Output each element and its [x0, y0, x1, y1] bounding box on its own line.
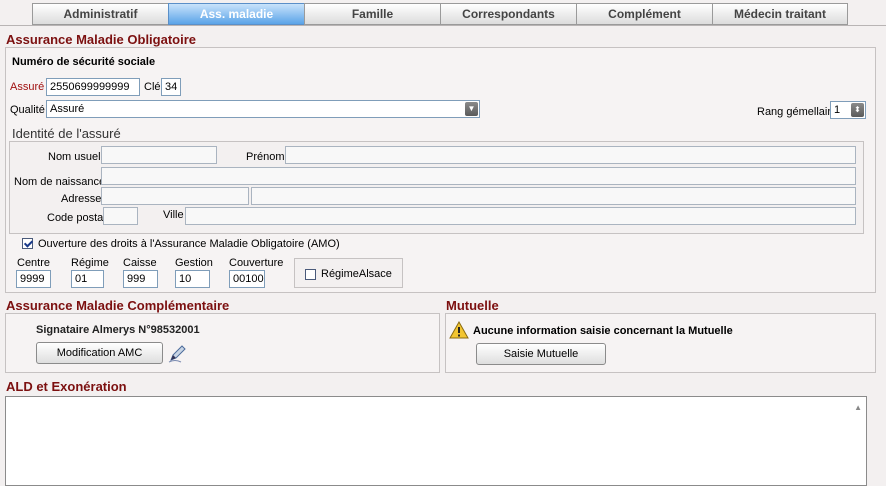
centre-label: Centre [17, 257, 51, 269]
code-postal-input[interactable] [103, 207, 138, 225]
amo-title: Assurance Maladie Obligatoire [6, 32, 197, 47]
saisie-mutuelle-button[interactable]: Saisie Mutuelle [476, 343, 606, 365]
spinner-arrows-icon: ⬍ [851, 103, 864, 117]
regime-alsace-checkbox[interactable] [305, 269, 316, 280]
prenom-input[interactable] [285, 146, 856, 164]
scroll-up-icon[interactable]: ▲ [854, 403, 862, 412]
tab-divider [0, 25, 886, 26]
assure-label: Assuré [10, 81, 45, 93]
caisse-label: Caisse [123, 257, 157, 269]
tab-ass-maladie[interactable]: Ass. maladie [168, 3, 304, 25]
ouverture-droits-label: Ouverture des droits à l'Assurance Malad… [38, 238, 340, 250]
regime-input[interactable]: 01 [71, 270, 104, 288]
warning-icon [449, 321, 469, 339]
nom-naissance-label: Nom de naissance [14, 176, 106, 188]
caisse-input[interactable]: 999 [123, 270, 158, 288]
regime-alsace-label: RégimeAlsace [321, 268, 392, 280]
tab-administratif[interactable]: Administratif [32, 3, 168, 25]
assure-input[interactable]: 2550699999999 [46, 78, 140, 96]
modification-amc-button[interactable]: Modification AMC [36, 342, 163, 364]
ville-label: Ville [163, 209, 184, 221]
qualite-label: Qualité [10, 104, 45, 116]
ouverture-droits-checkbox[interactable] [22, 238, 33, 249]
adresse-input-1[interactable] [101, 187, 249, 205]
tab-complement[interactable]: Complément [576, 3, 712, 25]
code-postal-label: Code postal [47, 212, 106, 224]
nss-label: Numéro de sécurité sociale [12, 56, 156, 68]
chevron-down-icon: ▼ [465, 102, 478, 116]
gestion-label: Gestion [175, 257, 213, 269]
pen-icon[interactable] [167, 342, 189, 364]
adresse-input-2[interactable] [251, 187, 856, 205]
rang-value: 1 [834, 104, 841, 116]
adresse-label: Adresse [61, 193, 102, 205]
cle-input[interactable]: 34 [161, 78, 181, 96]
tab-correspondants[interactable]: Correspondants [440, 3, 576, 25]
amc-title: Assurance Maladie Complémentaire [6, 298, 230, 313]
cle-label: Clé [144, 81, 161, 93]
identity-title: Identité de l'assuré [12, 126, 121, 141]
couverture-input[interactable]: 00100 [229, 270, 265, 288]
tab-medecin-traitant[interactable]: Médecin traitant [712, 3, 848, 25]
tab-famille[interactable]: Famille [304, 3, 440, 25]
regime-label: Régime [71, 257, 109, 269]
ald-title: ALD et Exonération [6, 379, 127, 394]
rang-spinner[interactable]: 1 ⬍ [830, 101, 866, 119]
nom-naissance-input[interactable] [101, 167, 856, 185]
ald-textarea[interactable]: ▲ [5, 396, 867, 486]
mutuelle-title: Mutuelle [446, 298, 499, 313]
nom-usuel-input[interactable] [101, 146, 217, 164]
ville-input[interactable] [185, 207, 856, 225]
gestion-input[interactable]: 10 [175, 270, 210, 288]
mutuelle-warning: Aucune information saisie concernant la … [473, 325, 733, 337]
qualite-value: Assuré [50, 103, 85, 115]
rang-label: Rang gémellaire [757, 106, 838, 118]
amc-signataire: Signataire Almerys N°98532001 [36, 324, 200, 336]
centre-input[interactable]: 9999 [16, 270, 51, 288]
couverture-label: Couverture [229, 257, 284, 269]
prenom-label: Prénom [246, 151, 285, 163]
qualite-select[interactable]: Assuré ▼ [46, 100, 480, 118]
tab-bar: Administratif Ass. maladie Famille Corre… [32, 3, 848, 25]
nom-usuel-label: Nom usuel [48, 151, 101, 163]
